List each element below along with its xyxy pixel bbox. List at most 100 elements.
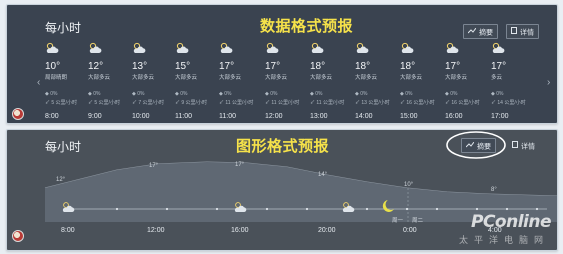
hour-temp: 18° (355, 61, 371, 72)
hour-condition: 大部多云 (310, 75, 333, 81)
scroll-right-arrow[interactable]: › (547, 77, 550, 88)
hour-wind: ↙ 16 公里/小时 (445, 100, 480, 106)
hour-temp: 17° (445, 61, 461, 72)
hour-condition: 大部多云 (175, 75, 198, 81)
hour-wind: ↙ 5 公里/小时 (88, 100, 120, 106)
hour-precip: ◆ 0% (400, 91, 413, 97)
hour-condition: 多云 (491, 75, 503, 81)
partly-cloudy-icon (88, 41, 102, 53)
avatar-graph[interactable] (12, 230, 24, 242)
partly-cloudy-icon (445, 41, 459, 53)
scroll-left-arrow[interactable]: ‹ (37, 77, 40, 88)
partly-cloudy-icon (355, 41, 369, 53)
summary-button-graph[interactable]: 摘要 (461, 138, 496, 153)
hour-precip: ◆ 0% (491, 91, 504, 97)
hour-time: 16:00 (445, 113, 463, 120)
hour-wind: ↙ 11 公里/小时 (219, 100, 254, 106)
partly-cloudy-icon (132, 41, 146, 53)
hour-wind: ↙ 9 公里/小时 (175, 100, 207, 106)
hour-wind: ↙ 11 公里/小时 (310, 100, 345, 106)
hour-time: 11:00 (219, 113, 236, 120)
partly-cloudy-icon (219, 41, 233, 53)
hour-condition: 大部多云 (219, 75, 242, 81)
hour-time: 12:00 (265, 113, 283, 120)
hour-precip: ◆ 0% (88, 91, 101, 97)
hour-temp: 15° (175, 61, 191, 72)
document-icon (511, 25, 517, 40)
hour-temp: 18° (310, 61, 326, 72)
hour-condition: 大部多云 (355, 75, 378, 81)
hour-condition: 大部多云 (88, 75, 111, 81)
hour-condition: 大部多云 (132, 75, 155, 81)
graph-time: 16:00 (231, 227, 249, 234)
document-icon (512, 139, 518, 154)
details-button[interactable]: 详情 (506, 24, 539, 39)
details-button-graph-label: 详情 (521, 143, 535, 151)
hour-time: 17:00 (491, 113, 509, 120)
graph-time: 12:00 (147, 227, 165, 234)
overlay-title-numeric: 数据格式预报 (260, 17, 354, 35)
timeline-dot (535, 207, 539, 211)
partly-cloudy-icon (491, 41, 505, 53)
day-marker: 周二 (412, 218, 424, 224)
timeline-dot (435, 207, 439, 211)
watermark-sub: 太平洋电脑网 (458, 235, 549, 245)
graph-time: 0:00 (403, 227, 417, 234)
summary-button-graph-label: 摘要 (477, 143, 491, 151)
timeline-dot (365, 207, 369, 211)
hour-condition: 大部多云 (400, 75, 423, 81)
hour-wind: ↙ 16 公里/小时 (400, 100, 435, 106)
graph-time: 20:00 (318, 227, 336, 234)
graph-time: 8:00 (61, 227, 75, 234)
hour-precip: ◆ 0% (355, 91, 368, 97)
hour-wind: ↙ 5 公里/小时 (45, 100, 77, 106)
hour-temp: 17° (491, 61, 507, 72)
timeline-dot (305, 207, 309, 211)
partly-cloudy-icon (175, 41, 189, 53)
trend-icon (467, 25, 477, 40)
partly-cloudy-icon (310, 41, 324, 53)
temp-label: 12° (56, 177, 66, 183)
hour-precip: ◆ 0% (445, 91, 458, 97)
hour-time: 8:00 (45, 113, 59, 120)
hour-wind: ↙ 13 公里/小时 (355, 100, 390, 106)
hour-wind: ↙ 14 公里/小时 (491, 100, 526, 106)
hour-temp: 12° (88, 61, 104, 72)
hour-temp: 17° (265, 61, 281, 72)
temp-label: 14° (318, 172, 328, 178)
details-button-label: 详情 (520, 29, 534, 37)
details-button-graph[interactable]: 详情 (507, 138, 540, 153)
summary-button[interactable]: 摘要 (463, 24, 498, 39)
hour-time: 13:00 (310, 113, 328, 120)
temp-label: 10° (404, 182, 414, 188)
hour-condition: 大部多云 (265, 75, 288, 81)
temp-label: 8° (491, 187, 497, 193)
hour-condition: 大部多云 (445, 75, 468, 81)
timeline-dot (115, 207, 119, 211)
hour-temp: 10° (45, 61, 61, 72)
hour-time: 15:00 (400, 113, 418, 120)
day-marker: 周一 (392, 218, 404, 224)
hour-temp: 13° (132, 61, 148, 72)
partly-cloudy-icon (265, 41, 279, 53)
avatar[interactable] (12, 108, 24, 120)
timeline-dot (405, 207, 409, 211)
hourly-forecast-panel: 每小时 数据格式预报 摘要 详情 ‹ › 10° 局部晴朗 ◆ 0% ↙ 5 公里/小… (6, 4, 558, 124)
hour-condition: 局部晴朗 (45, 75, 68, 81)
timeline-dot (265, 207, 269, 211)
timeline-dot (505, 207, 509, 211)
hour-time: 10:00 (132, 113, 150, 120)
timeline-dot (165, 207, 169, 211)
panel-title: 每小时 (45, 21, 82, 35)
partly-cloudy-icon (400, 41, 414, 53)
watermark-brand: PConline (470, 212, 552, 232)
hour-time: 9:00 (88, 113, 102, 120)
hour-precip: ◆ 0% (132, 91, 145, 97)
hour-precip: ◆ 0% (219, 91, 232, 97)
hour-wind: ↙ 11 公里/小时 (265, 100, 300, 106)
temp-label: 17° (235, 162, 245, 168)
hour-precip: ◆ 0% (310, 91, 323, 97)
hour-time: 14:00 (355, 113, 373, 120)
hour-wind: ↙ 7 公里/小时 (132, 100, 164, 106)
hour-temp: 17° (219, 61, 235, 72)
